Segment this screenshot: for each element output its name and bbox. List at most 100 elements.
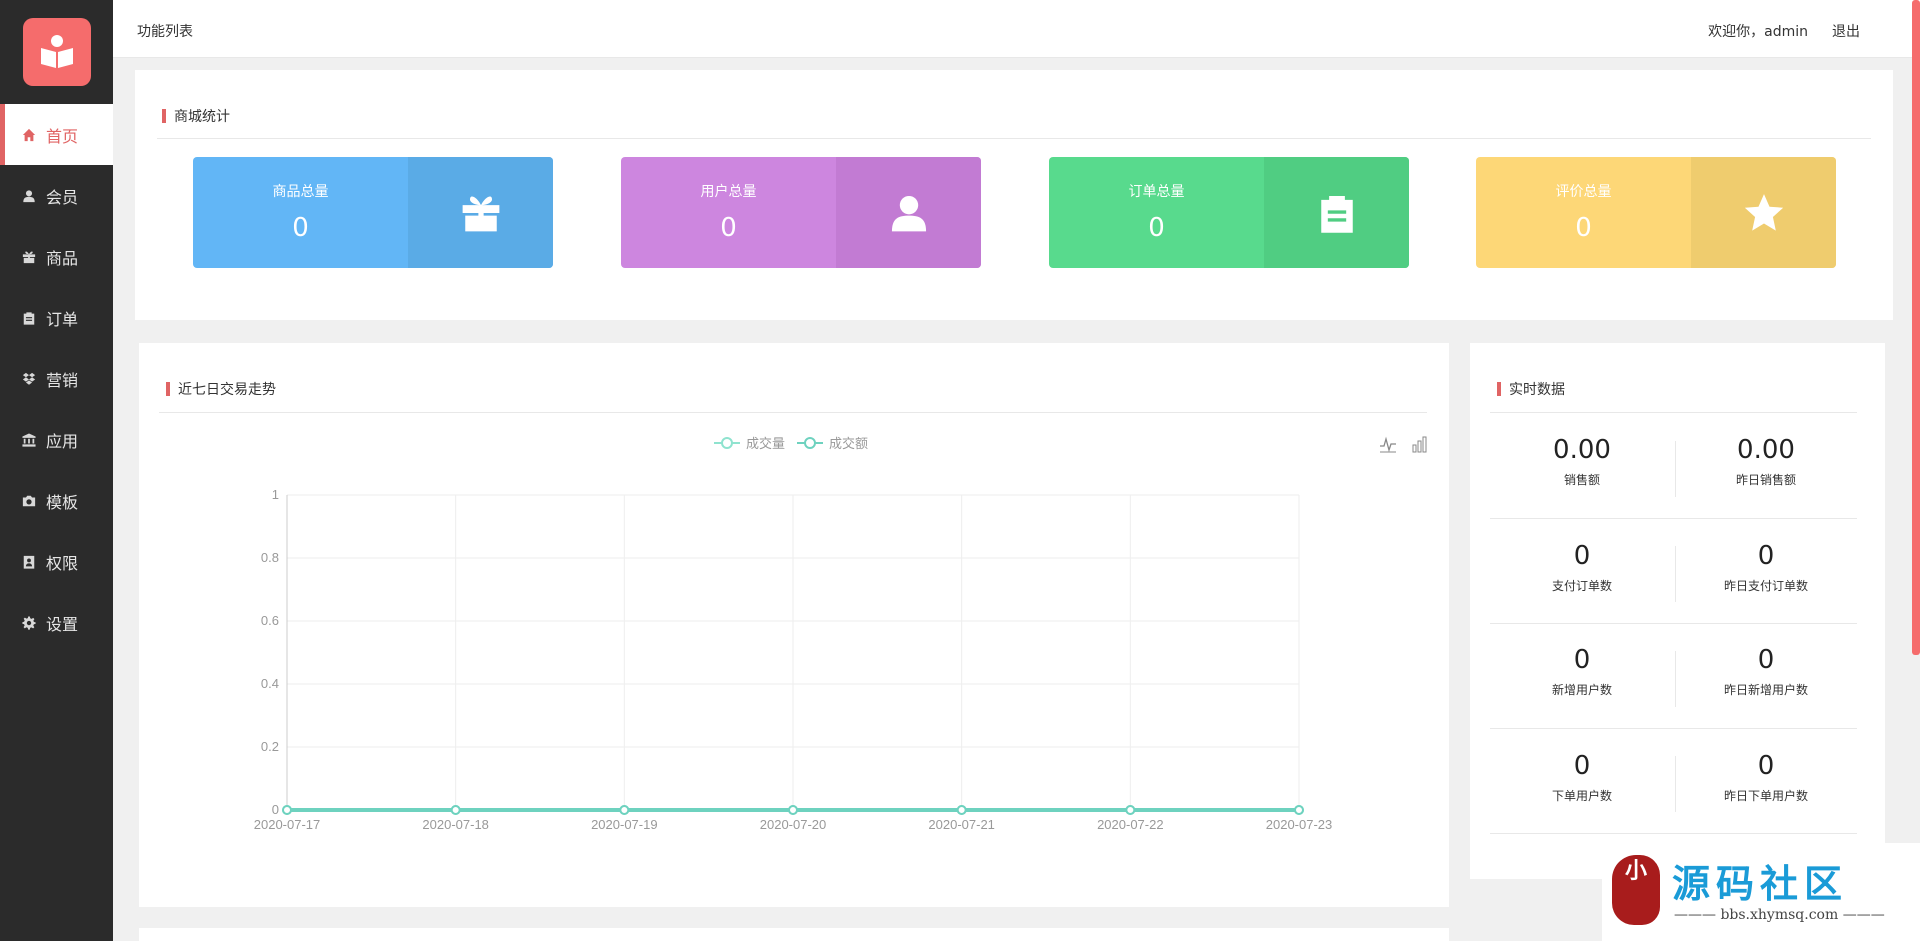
page-scrollbar[interactable] — [1912, 0, 1920, 655]
x-tick-label: 2020-07-20 — [760, 817, 827, 832]
x-tick-label: 2020-07-19 — [591, 817, 658, 832]
data-point[interactable] — [956, 805, 967, 815]
legend-item[interactable]: 成交额 — [797, 433, 868, 452]
data-point[interactable] — [1125, 805, 1136, 815]
x-tick-label: 2020-07-23 — [1266, 817, 1333, 832]
clipboard-icon — [23, 311, 35, 325]
logout-link[interactable]: 退出 — [1832, 21, 1860, 41]
stat-icon-area — [408, 157, 553, 268]
logo-area — [0, 0, 113, 104]
line-chart-icon[interactable] — [1379, 435, 1397, 453]
gear-icon — [22, 615, 36, 630]
stat-value: 0 — [1148, 213, 1165, 243]
data-point[interactable] — [450, 805, 461, 815]
app-logo[interactable] — [22, 18, 91, 86]
stat-label: 用户总量 — [700, 184, 757, 200]
y-tick-label: 0 — [272, 802, 279, 817]
sidebar-item-settings[interactable]: 设置 — [0, 592, 113, 653]
mall-stats-panel: 商城统计 商品总量 0 用户总量 0 订单总量 0 评价总量 0 — [135, 70, 1893, 320]
trend-line-chart: 0 0.2 0.4 0.6 0.8 1 2020-07-17 2020-07-18 2020-0… — [254, 487, 1333, 832]
data-point[interactable] — [1125, 805, 1136, 815]
rt-label: 新增用户数 — [1551, 683, 1612, 697]
sidebar-item-members[interactable]: 会员 — [0, 165, 113, 226]
y-tick-label: 0.4 — [261, 676, 279, 691]
stat-card-reviews[interactable]: 评价总量 0 — [1476, 157, 1836, 268]
stat-text: 订单总量 0 — [1049, 157, 1264, 268]
breadcrumb[interactable]: 功能列表 — [137, 21, 193, 41]
divider — [1490, 623, 1857, 624]
realtime-panel: 实时数据 0.00 销售额 0.00 昨日销售额 0 支付订单数 0 昨日支付订单数 0… — [1470, 343, 1885, 879]
next-panel — [139, 928, 1449, 941]
star-icon — [1744, 193, 1783, 231]
rt-value: 0 — [1757, 751, 1775, 781]
panel-title: 实时数据 — [1497, 379, 1565, 399]
stat-text: 商品总量 0 — [193, 157, 408, 268]
stat-card-products[interactable]: 商品总量 0 — [193, 157, 553, 268]
data-point[interactable] — [788, 805, 798, 815]
camera-icon — [22, 495, 36, 506]
divider — [1675, 756, 1676, 812]
rt-cell-yesterday-sales: 0.00 昨日销售额 — [1674, 435, 1858, 488]
sidebar-item-label: 订单 — [46, 309, 79, 329]
watermark-url-text: bbs.xhymsq.com — [1720, 907, 1839, 923]
divider — [1490, 518, 1857, 519]
stat-icon-area — [1691, 157, 1836, 268]
chart-legend: 成交量 成交额 — [714, 433, 880, 452]
sidebar-item-marketing[interactable]: 营销 — [0, 348, 113, 409]
sidebar-item-templates[interactable]: 模板 — [0, 470, 113, 531]
sidebar-item-permissions[interactable]: 权限 — [0, 531, 113, 592]
sidebar-item-home[interactable]: 首页 — [0, 104, 113, 165]
sidebar-item-label: 设置 — [46, 614, 79, 634]
rt-label: 销售额 — [1563, 473, 1600, 487]
data-point[interactable] — [1294, 805, 1304, 815]
user-icon — [23, 189, 35, 202]
x-tick-label: 2020-07-17 — [254, 817, 321, 832]
x-tick-label: 2020-07-18 — [422, 817, 489, 832]
sidebar-item-orders[interactable]: 订单 — [0, 287, 113, 348]
data-point[interactable] — [282, 805, 292, 815]
stat-icon-area — [1264, 157, 1409, 268]
divider — [1675, 441, 1676, 497]
id-badge-icon — [23, 555, 35, 569]
sidebar-item-label: 商品 — [46, 248, 79, 268]
divider — [157, 138, 1871, 139]
bar-chart-icon[interactable] — [1411, 435, 1429, 453]
home-icon — [22, 128, 36, 141]
panel-title: 近七日交易走势 — [166, 379, 276, 399]
data-point[interactable] — [619, 805, 630, 815]
sidebar-item-products[interactable]: 商品 — [0, 226, 113, 287]
panel-title: 商城统计 — [162, 106, 230, 126]
data-point[interactable] — [1294, 805, 1304, 815]
data-point[interactable] — [788, 805, 798, 815]
watermark-url: ——— bbs.xhymsq.com ——— — [1674, 907, 1885, 923]
data-point[interactable] — [956, 805, 967, 815]
panel-title-text: 商城统计 — [174, 109, 230, 125]
stat-label: 订单总量 — [1128, 184, 1185, 200]
data-point[interactable] — [450, 805, 461, 815]
sidebar-item-label: 应用 — [46, 431, 79, 451]
legend-item[interactable]: 成交量 — [714, 433, 785, 452]
sidebar: 首页 会员 商品 订单 营销 应用 模板 权限 设置 — [0, 0, 113, 941]
rt-cell-sales: 0.00 销售额 — [1490, 435, 1674, 488]
rt-value: 0.00 — [1553, 435, 1611, 465]
stat-value: 0 — [720, 213, 737, 243]
sidebar-nav: 首页 会员 商品 订单 营销 应用 模板 权限 设置 — [0, 104, 113, 653]
bank-icon — [22, 432, 36, 447]
data-point[interactable] — [619, 805, 630, 815]
stat-card-users[interactable]: 用户总量 0 — [621, 157, 981, 268]
sidebar-item-label: 营销 — [46, 370, 79, 390]
data-point[interactable] — [282, 805, 292, 815]
stat-value: 0 — [292, 213, 309, 243]
stat-label: 商品总量 — [272, 184, 329, 200]
rt-cell-ordering-users: 0 下单用户数 — [1490, 751, 1674, 804]
rt-value: 0 — [1573, 645, 1591, 675]
sidebar-item-apps[interactable]: 应用 — [0, 409, 113, 470]
gift-icon — [22, 251, 36, 263]
book-reader-icon — [40, 35, 73, 68]
y-tick-label: 0.8 — [261, 550, 279, 565]
rt-value: 0 — [1757, 645, 1775, 675]
trend-chart-panel: 近七日交易走势 成交量 成交额 0 0.2 0.4 0.6 0.8 1 2020-07-17… — [139, 343, 1449, 907]
stat-card-orders[interactable]: 订单总量 0 — [1049, 157, 1409, 268]
rt-label: 昨日新增用户数 — [1723, 683, 1808, 697]
watermark-text: 源码社区 — [1672, 862, 1849, 906]
